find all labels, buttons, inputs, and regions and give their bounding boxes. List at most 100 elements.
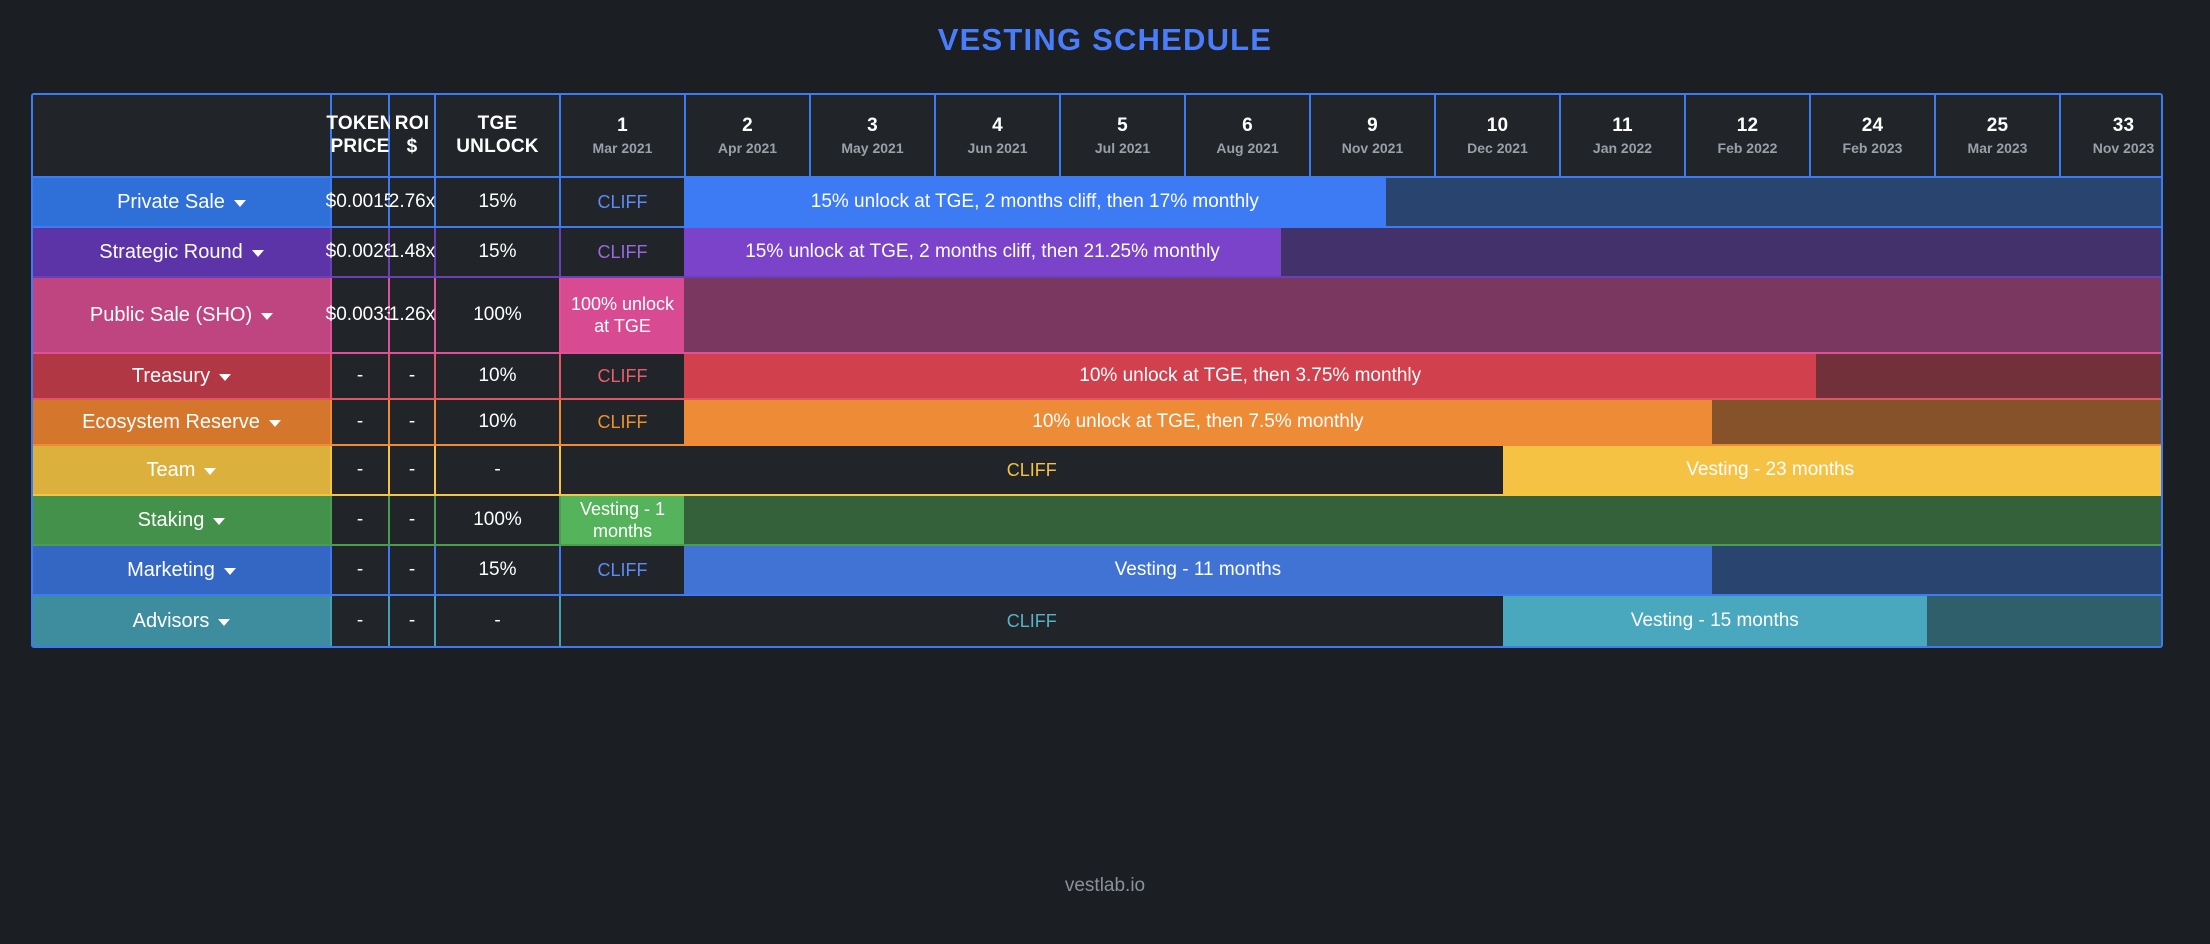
header-month-10: 10 Dec 2021	[1436, 95, 1561, 176]
cell-roi: 2.76x	[389, 178, 436, 226]
header-month-24-date: Feb 2023	[1842, 140, 1903, 157]
row-timeline: CLIFF Vesting - 15 months	[561, 596, 2161, 646]
header-month-9-line1: 9	[1367, 114, 1378, 136]
row-label-advisors[interactable]: Advisors	[33, 596, 332, 646]
cell-token-price: $0.0028	[326, 228, 394, 276]
header-month-2-line1: 2	[742, 114, 753, 136]
vesting-bar-segment: Vesting - 1 months	[561, 496, 685, 544]
header-month-25-line1: 25	[1986, 114, 2009, 136]
row-timeline: CLIFF Vesting - 23 months	[561, 446, 2161, 494]
chevron-down-icon[interactable]	[219, 373, 232, 381]
row-label-strategic-round[interactable]: Strategic Round	[33, 228, 332, 276]
cell-tge-unlock: 15%	[436, 546, 561, 594]
header-month-9-date: Nov 2021	[1341, 140, 1404, 157]
cell-roi: -	[390, 400, 436, 444]
chevron-down-icon[interactable]	[233, 199, 246, 207]
row-label-public-sale-sho[interactable]: Public Sale (SHO)	[33, 278, 332, 352]
header-month-5-date: Jul 2021	[1094, 140, 1151, 157]
vesting-bar-segment: 15% unlock at TGE, 2 months cliff, then …	[684, 178, 1386, 226]
footer-brand: vestlab.io	[1064, 875, 1146, 896]
table-header-row: TOKEN PRICE ROI $ TGE UNLOCK 1 Mar 2021 2 Apr 20…	[33, 95, 2161, 178]
header-month-33-date: Nov 2023	[2092, 140, 2155, 157]
page-title: VESTING SCHEDULE	[937, 22, 1273, 57]
header-month-25-date: Mar 2023	[1967, 140, 2028, 157]
header-month-5-line1: 5	[1117, 114, 1128, 136]
cell-roi: 1.48x	[389, 228, 436, 276]
chevron-down-icon[interactable]	[261, 312, 274, 320]
header-month-25: 25 Mar 2023	[1936, 95, 2061, 176]
row-label-treasury[interactable]: Treasury	[33, 354, 332, 398]
row-label-private-sale[interactable]: Private Sale	[33, 178, 332, 226]
cell-token-price: -	[332, 354, 390, 398]
header-month-2: 2 Apr 2021	[686, 95, 811, 176]
cell-token-price: $0.0033	[326, 278, 394, 352]
cell-token-price: $0.0015	[326, 178, 394, 226]
row-label-staking[interactable]: Staking	[33, 496, 332, 544]
cell-roi: -	[390, 546, 436, 594]
header-month-6: 6 Aug 2021	[1186, 95, 1311, 176]
row-timeline: CLIFF Vesting - 11 months	[561, 546, 2161, 594]
header-tge-unlock-line2: UNLOCK	[456, 135, 539, 157]
cliff-segment: CLIFF	[561, 596, 1503, 646]
table-row: Treasury - -10% CLIFF 10% unlock at TGE, the…	[33, 354, 2161, 400]
cliff-segment: CLIFF	[561, 178, 685, 226]
header-month-4-line1: 4	[992, 114, 1003, 136]
cell-roi: -	[390, 446, 436, 494]
vesting-bar-segment: 10% unlock at TGE, then 3.75% monthly	[684, 354, 1817, 398]
cell-tge-unlock: -	[436, 596, 561, 646]
cell-roi: -	[390, 596, 436, 646]
header-month-6-line1: 6	[1242, 114, 1253, 136]
row-timeline: CLIFF 15% unlock at TGE, 2 months cliff, …	[561, 228, 2161, 276]
table-body: Private Sale $0.0015 2.76x 15% CLIFF 15% unlo…	[33, 178, 2161, 646]
cliff-segment: CLIFF	[561, 446, 1503, 494]
header-month-5: 5 Jul 2021	[1061, 95, 1186, 176]
chevron-down-icon[interactable]	[223, 567, 236, 575]
vesting-schedule-table: TOKEN PRICE ROI $ TGE UNLOCK 1 Mar 2021 2 Apr 20…	[31, 93, 2163, 648]
chevron-down-icon[interactable]	[204, 467, 217, 475]
header-roi: ROI $	[390, 95, 436, 176]
row-label-text: Team	[146, 458, 196, 481]
row-label-ecosystem-reserve[interactable]: Ecosystem Reserve	[33, 400, 332, 444]
cell-token-price: -	[332, 546, 390, 594]
vesting-bar-segment: 15% unlock at TGE, 2 months cliff, then …	[684, 228, 1281, 276]
row-label-text: Strategic Round	[99, 240, 243, 263]
header-month-2-date: Apr 2021	[717, 140, 778, 157]
chevron-down-icon[interactable]	[218, 618, 231, 626]
header-month-24-line1: 24	[1861, 114, 1884, 136]
table-row: Team - - - CLIFF Vesting - 23 months	[33, 446, 2161, 496]
chevron-down-icon[interactable]	[251, 249, 264, 257]
cell-roi: -	[390, 496, 436, 544]
cliff-segment: CLIFF	[561, 354, 685, 398]
header-roi-line1: ROI $	[394, 113, 430, 157]
cliff-segment: CLIFF	[561, 228, 685, 276]
header-month-3-date: May 2021	[841, 140, 904, 157]
table-row: Public Sale (SHO) $0.0033 1.26x 100% 100% un…	[33, 278, 2161, 354]
vesting-bar-segment: Vesting - 23 months	[1502, 446, 2038, 494]
row-label-text: Public Sale (SHO)	[89, 303, 253, 326]
cell-tge-unlock: 15%	[436, 178, 561, 226]
header-month-12: 12 Feb 2022	[1686, 95, 1811, 176]
header-token-price: TOKEN PRICE	[326, 95, 393, 176]
header-month-12-line1: 12	[1736, 114, 1759, 136]
vesting-bar-segment: 100% unlock at TGE	[561, 278, 685, 352]
header-month-11: 11 Jan 2022	[1561, 95, 1686, 176]
row-label-text: Advisors	[132, 609, 210, 632]
cell-roi: 1.26x	[389, 278, 436, 352]
row-label-marketing[interactable]: Marketing	[33, 546, 332, 594]
vesting-bar-segment: Vesting - 15 months	[1502, 596, 1928, 646]
header-month-3-line1: 3	[867, 114, 878, 136]
header-month-4-date: Jun 2021	[967, 140, 1028, 157]
vesting-bar-segment: Vesting - 11 months	[684, 546, 1712, 594]
row-timeline: CLIFF 10% unlock at TGE, then 7.5% monthl…	[561, 400, 2161, 444]
row-timeline: 100% unlock at TGE	[561, 278, 2161, 352]
cell-tge-unlock: -	[436, 446, 561, 494]
row-label-team[interactable]: Team	[33, 446, 332, 494]
cell-tge-unlock: 100%	[436, 278, 561, 352]
cell-tge-unlock: 10%	[436, 354, 561, 398]
table-row: Private Sale $0.0015 2.76x 15% CLIFF 15% unlo…	[33, 178, 2161, 228]
header-month-1: 1 Mar 2021	[561, 95, 686, 176]
table-row: Strategic Round $0.0028 1.48x 15% CLIFF 15% u…	[33, 228, 2161, 278]
cell-tge-unlock: 15%	[436, 228, 561, 276]
chevron-down-icon[interactable]	[213, 517, 226, 525]
chevron-down-icon[interactable]	[268, 419, 281, 427]
